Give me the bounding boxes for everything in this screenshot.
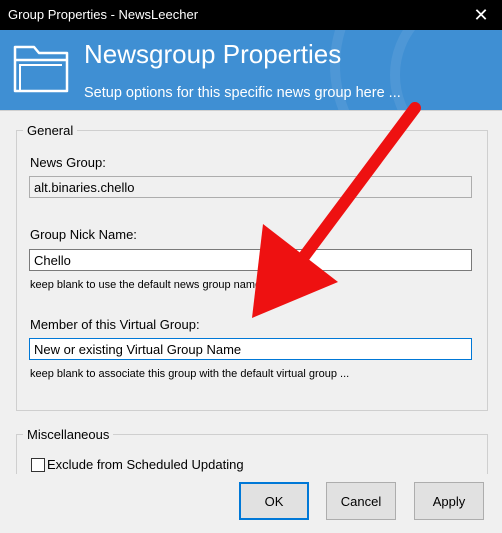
header-title: Newsgroup Properties — [84, 39, 342, 69]
apply-button[interactable]: Apply — [414, 482, 484, 520]
title-bar: Group Properties - NewsLeecher ✕ — [0, 0, 502, 30]
virtual-group-label: Member of this Virtual Group: — [30, 317, 200, 332]
header-divider — [0, 110, 502, 111]
virtual-group-field[interactable] — [29, 338, 472, 360]
header-subtitle: Setup options for this specific news gro… — [84, 85, 401, 101]
nick-name-field[interactable] — [29, 249, 472, 271]
cancel-button[interactable]: Cancel — [326, 482, 396, 520]
folder-icon — [13, 45, 69, 93]
header-banner: Newsgroup Properties Setup options for t… — [0, 30, 502, 110]
button-bar: OK Cancel Apply — [0, 474, 502, 533]
news-group-label: News Group: — [30, 155, 106, 170]
miscellaneous-legend: Miscellaneous — [27, 427, 110, 442]
general-legend: General — [27, 123, 74, 138]
virtual-group-hint: keep blank to associate this group with … — [30, 368, 350, 380]
nick-name-label: Group Nick Name: — [30, 227, 137, 242]
exclude-checkbox[interactable] — [31, 458, 45, 472]
ok-button[interactable]: OK — [239, 482, 309, 520]
nick-name-hint: keep blank to use the default news group… — [30, 279, 311, 291]
window-title: Group Properties - NewsLeecher — [8, 7, 199, 22]
close-icon[interactable]: ✕ — [468, 4, 494, 26]
decorative-circle — [390, 30, 502, 110]
news-group-field[interactable] — [29, 176, 472, 198]
exclude-label[interactable]: Exclude from Scheduled Updating — [47, 457, 244, 472]
